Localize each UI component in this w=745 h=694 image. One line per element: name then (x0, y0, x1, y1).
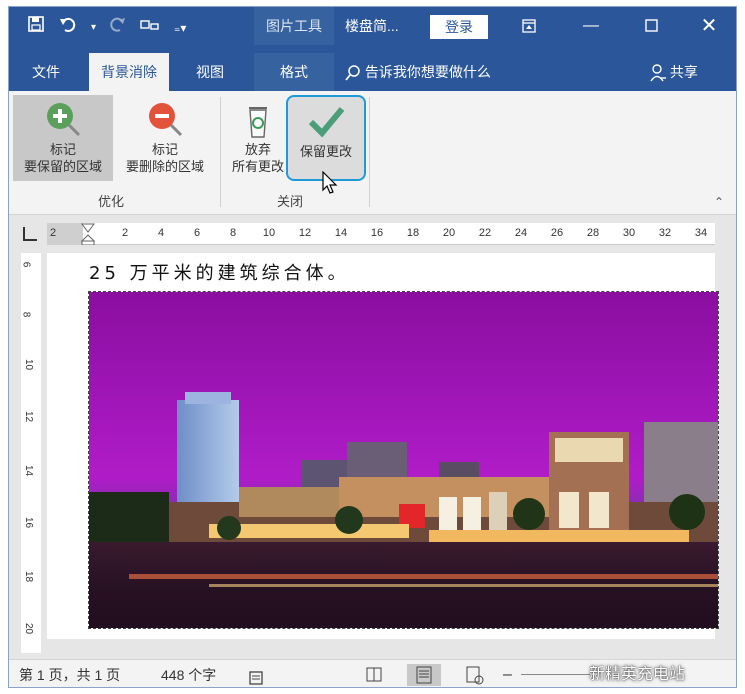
picture-tools-label: 图片工具 (254, 7, 334, 45)
mark-areas-to-keep-button[interactable]: 标记 要保留的区域 (13, 95, 113, 181)
tab-file[interactable]: 文件 (17, 53, 75, 91)
mark-keep-label-1: 标记 (49, 142, 76, 157)
checkmark-icon (308, 107, 345, 138)
ruler-tick: 8 (20, 311, 32, 318)
word-window: ▾ ₌▾ 图片工具 楼盘简... 登录 — ✕ 文件 背景消除 视图 格式 告诉… (8, 6, 737, 688)
ruler-tick: 24 (514, 227, 528, 239)
save-icon[interactable] (27, 15, 45, 40)
word-count[interactable]: 448 个字 (161, 660, 216, 687)
ruler-tick: 32 (658, 227, 672, 239)
ruler-tick: 10 (262, 227, 276, 239)
document-area: 2 2 4 6 8 10 12 14 16 18 20 22 24 26 28 … (9, 215, 736, 659)
body-text-line[interactable]: 25 万平米的建筑综合体。 (89, 259, 350, 285)
discard-all-changes-button[interactable]: 放弃 所有更改 (225, 95, 291, 181)
collapse-ribbon-icon[interactable]: ⌃ (714, 195, 724, 209)
print-layout-icon[interactable] (407, 664, 441, 686)
indent-marker-icon[interactable] (81, 223, 95, 245)
building-photo[interactable] (88, 291, 719, 629)
tell-me-label: 告诉我你想要做什么 (364, 64, 491, 80)
redo-icon[interactable] (110, 15, 126, 40)
recycle-bin-icon (249, 107, 267, 138)
mark-keep-label-2: 要保留的区域 (23, 159, 102, 174)
ruler-tick: 18 (23, 570, 35, 583)
ruler-tick: 2 (49, 227, 57, 239)
search-icon (345, 65, 360, 81)
ruler-tick: 12 (23, 410, 35, 423)
ruler-tick: 14 (334, 227, 348, 239)
horizontal-ruler[interactable]: 2 2 4 6 8 10 12 14 16 18 20 22 24 26 28 … (47, 223, 715, 245)
qat-more-icon[interactable]: ₌▾ (174, 17, 186, 39)
share-button[interactable]: 共享 (650, 53, 698, 91)
tab-selector-icon[interactable] (23, 227, 37, 241)
keep-changes-button[interactable]: 保留更改 (286, 95, 366, 181)
read-mode-icon[interactable] (357, 664, 391, 686)
customize-qat-icon[interactable] (140, 17, 160, 39)
ruler-tick: 26 (550, 227, 564, 239)
discard-label-2: 所有更改 (231, 159, 284, 174)
ruler-tick: 8 (229, 227, 237, 239)
ruler-tick: 12 (298, 227, 312, 239)
ruler-tick: 2 (121, 227, 129, 239)
login-button[interactable]: 登录 (430, 15, 488, 39)
mark-keep-plus-icon (47, 103, 81, 137)
title-bar: ▾ ₌▾ 图片工具 楼盘简... 登录 — ✕ (9, 7, 736, 45)
page-count[interactable]: 第 1 页，共 1 页 (19, 660, 120, 687)
ruler-tick: 18 (406, 227, 420, 239)
undo-icon[interactable] (59, 15, 77, 40)
tell-me-box[interactable]: 告诉我你想要做什么 (345, 53, 491, 91)
ruler-tick: 10 (23, 358, 35, 371)
discard-label-1: 放弃 (244, 142, 271, 157)
dropdown-icon[interactable]: ▾ (91, 17, 96, 39)
ruler-tick: 20 (23, 622, 35, 635)
ruler-tick: 34 (694, 227, 708, 239)
ruler-tick: 6 (193, 227, 201, 239)
tab-view[interactable]: 视图 (181, 53, 239, 91)
web-layout-icon[interactable] (457, 664, 491, 686)
ribbon: 标记 要保留的区域 标记 要删除的区域 放弃 所有更改 保留更改 优化 关闭 ⌃ (9, 91, 736, 215)
watermark: 新精英充电站 (589, 666, 686, 683)
ruler-tick: 4 (157, 227, 165, 239)
document-page[interactable]: 25 万平米的建筑综合体。 (47, 253, 719, 639)
share-label: 共享 (669, 64, 698, 80)
group-close-label: 关闭 (277, 194, 304, 209)
group-refine-label: 优化 (98, 194, 125, 209)
ribbon-display-options-icon[interactable] (509, 7, 549, 45)
minimize-icon[interactable]: — (571, 7, 611, 45)
ruler-tick: 28 (586, 227, 600, 239)
zoom-out-icon[interactable]: – (503, 660, 512, 687)
ribbon-tab-bar: 文件 背景消除 视图 格式 告诉我你想要做什么 共享 (9, 45, 736, 91)
close-icon[interactable]: ✕ (689, 7, 729, 45)
mark-areas-to-remove-button[interactable]: 标记 要删除的区域 (115, 95, 215, 181)
zoom-slider[interactable] (521, 674, 591, 675)
ruler-tick: 16 (23, 516, 35, 529)
maximize-icon[interactable] (631, 7, 671, 45)
status-bar: 第 1 页，共 1 页 448 个字 – 新精英充电站 (9, 659, 736, 687)
ruler-tick: 22 (478, 227, 492, 239)
mark-remove-label-2: 要删除的区域 (125, 159, 204, 174)
mouse-pointer-icon (322, 171, 338, 194)
group-separator (369, 97, 370, 207)
group-separator (220, 97, 221, 207)
tab-format[interactable]: 格式 (254, 53, 334, 91)
mark-remove-label-1: 标记 (151, 142, 178, 157)
keep-changes-label: 保留更改 (299, 144, 352, 159)
vertical-ruler[interactable]: 6 8 10 12 14 16 18 20 (20, 253, 41, 653)
document-title: 楼盘简... (345, 18, 399, 34)
mark-remove-minus-icon (149, 103, 183, 137)
ruler-tick: 16 (370, 227, 384, 239)
tab-background-removal[interactable]: 背景消除 (89, 53, 169, 91)
ruler-tick: 14 (23, 464, 35, 477)
proofing-icon[interactable] (249, 666, 265, 687)
ruler-tick: 20 (442, 227, 456, 239)
ruler-tick: 30 (622, 227, 636, 239)
building-photo-image (89, 292, 718, 628)
quick-access-toolbar: ▾ ₌▾ (27, 15, 186, 40)
person-icon (650, 64, 666, 82)
ruler-tick: 6 (20, 261, 32, 268)
